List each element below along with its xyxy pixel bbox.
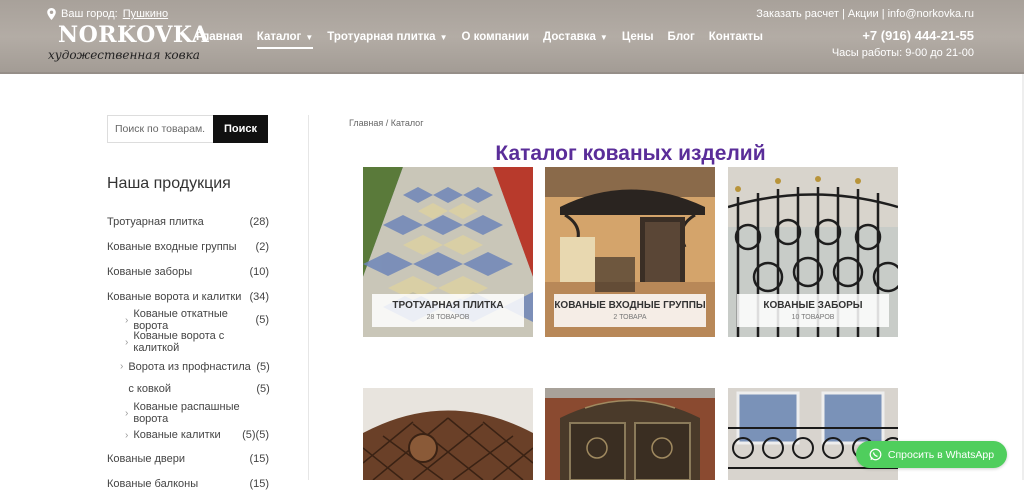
logo-name: NORKOVKA xyxy=(58,22,210,48)
category-label: Кованые входные группы xyxy=(107,240,237,253)
product-search: Поиск xyxy=(107,115,268,143)
category-count: (10) xyxy=(249,265,269,278)
subcategory-item[interactable]: › Ворота из профнастила с ковкой (5) (5) xyxy=(107,353,270,402)
tile-count: 10 ТОВАРОВ xyxy=(791,314,835,321)
subcategory-item[interactable]: › Кованые распашные ворота xyxy=(107,401,269,425)
search-input[interactable] xyxy=(107,115,213,143)
subcategory-item[interactable]: › Кованые калитки (5)(5) xyxy=(107,424,269,446)
tile-title: КОВАНЫЕ ВХОДНЫЕ ГРУППЫ xyxy=(554,300,706,311)
category-item[interactable]: Кованые ворота и калитки (34) xyxy=(107,284,269,309)
category-label: Тротуарная плитка xyxy=(107,215,204,228)
nav-label: Блог xyxy=(667,31,695,43)
chevron-down-icon: ▼ xyxy=(599,32,608,42)
nav-about[interactable]: О компании xyxy=(461,27,529,47)
header-top-links[interactable]: Заказать расчет | Акции | info@norkovka.… xyxy=(756,9,974,20)
whatsapp-button[interactable]: Спросить в WhatsApp xyxy=(856,441,1007,468)
subcategory-count: (5)(5) xyxy=(242,429,269,441)
category-item[interactable]: Кованые балконы (15) xyxy=(107,471,269,496)
nav-blog[interactable]: Блог xyxy=(668,27,695,47)
category-item[interactable]: Тротуарная плитка (28) xyxy=(107,209,269,234)
subcategory-label: Кованые откатные ворота xyxy=(133,308,228,332)
subcategory-count: (5) xyxy=(255,314,269,326)
nav-label: Цены xyxy=(621,31,654,43)
chevron-down-icon: ▼ xyxy=(305,32,314,42)
category-count: (34) xyxy=(249,290,269,303)
tile-count: 28 ТОВАРОВ xyxy=(426,314,470,321)
nav-label: Контакты xyxy=(708,31,764,43)
category-list: Тротуарная плитка (28) Кованые входные г… xyxy=(107,209,270,496)
nav-home[interactable]: Главная xyxy=(196,27,243,47)
working-hours: Часы работы: 9-00 до 21-00 xyxy=(831,47,974,59)
category-label: Кованые ворота и калитки xyxy=(107,290,242,303)
category-tile-fences[interactable]: КОВАНЫЕ ЗАБОРЫ 10 ТОВАРОВ xyxy=(728,167,898,337)
subcategory-label: Кованые ворота с калиткой xyxy=(133,330,225,354)
tile-count: 2 ТОВАРА xyxy=(613,314,647,321)
category-tile-entrance[interactable]: КОВАНЫЕ ВХОДНЫЕ ГРУППЫ 2 ТОВАРА xyxy=(545,167,715,337)
site-logo[interactable]: NORKOVKA художественная ковка xyxy=(48,22,209,70)
subcategory-item[interactable]: › Кованые ворота с калиткой xyxy=(107,330,269,354)
category-tile-doors[interactable] xyxy=(545,388,715,480)
nav-label: Каталог xyxy=(256,31,302,43)
tile-caption: КОВАНЫЕ ВХОДНЫЕ ГРУППЫ 2 ТОВАРА xyxy=(554,294,706,327)
tile-title: ТРОТУАРНАЯ ПЛИТКА xyxy=(392,300,504,311)
chevron-right-icon: › xyxy=(125,336,129,348)
breadcrumb[interactable]: Главная / Каталог xyxy=(349,118,423,128)
location-pin-icon xyxy=(47,8,56,20)
tile-title: КОВАНЫЕ ЗАБОРЫ xyxy=(763,300,863,311)
tile-caption: КОВАНЫЕ ЗАБОРЫ 10 ТОВАРОВ xyxy=(737,294,889,327)
nav-prices[interactable]: Цены xyxy=(622,27,654,47)
category-count: (15) xyxy=(249,477,269,490)
header-contacts: Заказать расчет | Акции | info@norkovka.… xyxy=(756,9,974,59)
chevron-right-icon: › xyxy=(120,361,124,372)
category-label: Кованые балконы xyxy=(107,477,199,490)
category-label: Кованые заборы xyxy=(107,265,193,278)
main-nav: Главная Каталог ▼ Тротуарная плитка ▼ О ко… xyxy=(196,27,777,49)
header-phone[interactable]: +7 (916) 444-21-55 xyxy=(756,29,974,42)
category-tile-gates[interactable] xyxy=(363,388,533,480)
nav-label: Доставка xyxy=(543,31,596,43)
subcategory-label: Кованые распашные ворота xyxy=(133,401,240,425)
sidebar-divider xyxy=(308,115,309,480)
whatsapp-icon xyxy=(869,448,882,461)
category-item[interactable]: Кованые двери (15) xyxy=(107,446,269,471)
whatsapp-label: Спросить в WhatsApp xyxy=(887,448,995,461)
category-label: Кованые двери xyxy=(107,452,186,465)
subcategory-count: (5) xyxy=(256,361,270,373)
logo-tagline: художественная ковка xyxy=(48,48,200,62)
chevron-right-icon: › xyxy=(125,407,129,419)
gates-image xyxy=(363,388,533,480)
subcategory-item[interactable]: › Кованые откатные ворота (5) xyxy=(107,308,269,332)
category-item[interactable]: Кованые заборы (10) xyxy=(107,259,269,284)
subcategory-label: Кованые калитки xyxy=(133,429,221,441)
subcategory-label: Ворота из профнастила с ковкой xyxy=(128,361,251,395)
nav-label: Главная xyxy=(196,31,243,43)
nav-catalog[interactable]: Каталог ▼ xyxy=(256,27,314,49)
nav-contacts[interactable]: Контакты xyxy=(709,27,763,47)
doors-image xyxy=(545,388,715,480)
search-button[interactable]: Поиск xyxy=(213,115,268,143)
chevron-right-icon: › xyxy=(125,429,129,441)
city-label: Ваш город: xyxy=(61,8,118,20)
subcategory-count: (5) xyxy=(256,383,270,395)
category-item[interactable]: Кованые входные группы (2) xyxy=(107,234,269,259)
category-count: (2) xyxy=(255,240,269,253)
category-count: (28) xyxy=(249,215,269,228)
city-selector[interactable]: Ваш город: Пушкино xyxy=(47,8,168,20)
nav-label: Тротуарная плитка xyxy=(327,31,436,43)
site-header: Ваш город: Пушкино NORKOVKA художественн… xyxy=(0,0,1024,74)
nav-label: О компании xyxy=(461,31,530,43)
tile-caption: ТРОТУАРНАЯ ПЛИТКА 28 ТОВАРОВ xyxy=(372,294,524,327)
category-tile-paving[interactable]: ТРОТУАРНАЯ ПЛИТКА 28 ТОВАРОВ xyxy=(363,167,533,337)
city-link[interactable]: Пушкино xyxy=(123,8,168,20)
chevron-down-icon: ▼ xyxy=(439,32,448,42)
nav-paving[interactable]: Тротуарная плитка ▼ xyxy=(327,27,447,47)
sidebar-title: Наша продукция xyxy=(107,175,231,192)
category-count: (15) xyxy=(249,452,269,465)
chevron-right-icon: › xyxy=(125,314,129,326)
page-title: Каталог кованых изделий xyxy=(495,142,766,165)
nav-delivery[interactable]: Доставка ▼ xyxy=(543,27,608,47)
